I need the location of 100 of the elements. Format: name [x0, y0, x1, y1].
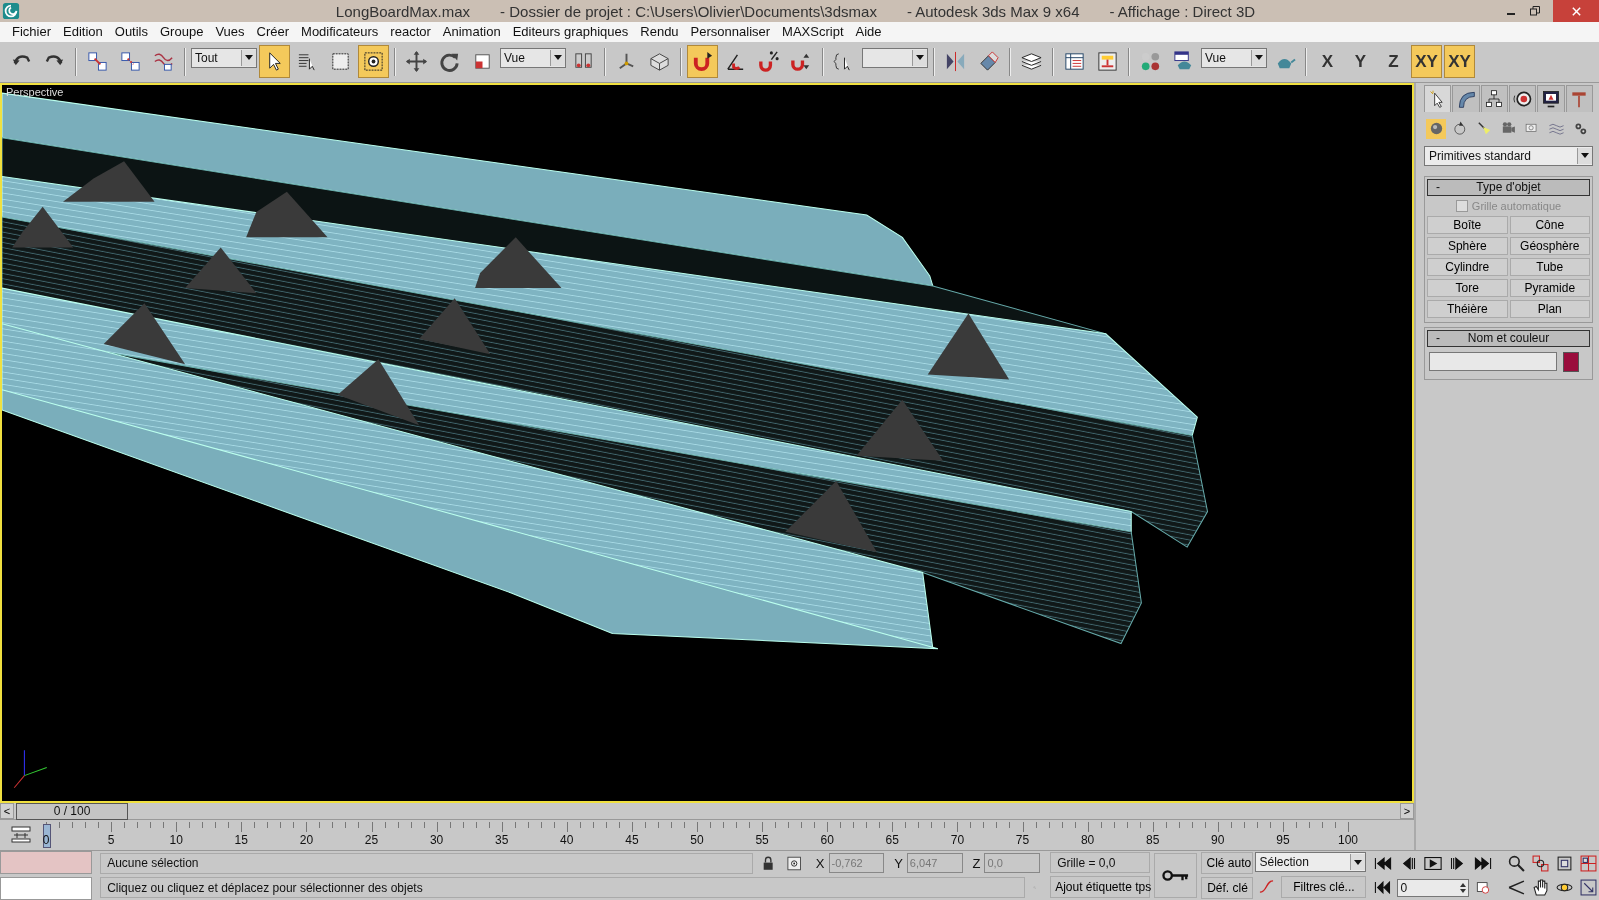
dropdown[interactable]: Vue [1201, 47, 1267, 68]
menu-item[interactable]: Edition [57, 24, 109, 40]
viewport-label[interactable]: Perspective [6, 85, 64, 98]
display-tab[interactable] [1537, 84, 1565, 112]
frame-number: 25 [364, 832, 379, 847]
rollout-header[interactable]: - Nom et couleur [1427, 329, 1590, 347]
hierarchy-tab[interactable] [1480, 84, 1508, 112]
frame-number: 0 [42, 832, 50, 847]
menu-item[interactable]: Fichier [6, 24, 57, 40]
create-tab[interactable] [1424, 84, 1452, 112]
primitive-button[interactable]: Théière [1427, 299, 1508, 318]
previous-frame-button[interactable]: < [0, 803, 14, 820]
maxscript-listener-field[interactable] [0, 851, 93, 875]
menu-item[interactable]: Editeurs graphiques [506, 24, 635, 40]
key-icon [1161, 868, 1190, 882]
menu-item[interactable]: Animation [436, 24, 507, 40]
frame-number: 45 [625, 832, 639, 847]
dropdown[interactable] [862, 47, 928, 68]
coordinate-label: Y [894, 855, 903, 871]
window-crossing-tool-button[interactable] [358, 45, 389, 79]
viewport[interactable]: Perspective [0, 82, 1414, 803]
primitive-button[interactable]: Pyramide [1509, 278, 1590, 297]
current-frame-field[interactable]: 0 [1397, 878, 1470, 897]
frame-number: 95 [1276, 832, 1290, 847]
menu-item[interactable]: MAXScript [776, 24, 850, 40]
utilities-hammer-tab[interactable] [1565, 84, 1593, 112]
close-button[interactable] [1553, 0, 1599, 22]
play-icon[interactable] [1424, 856, 1443, 870]
menu-item[interactable]: Aide [849, 24, 888, 40]
primitive-button[interactable]: Tube [1509, 257, 1590, 276]
app-logo-icon[interactable] [2, 2, 20, 20]
track-bar-toggle-icon[interactable] [10, 826, 32, 845]
track-bar[interactable]: 0 5 10 15 20 25 30 35 40 45 50 55 60 65 70 75 80 85 90 95 100 [32, 821, 1362, 849]
menu-item[interactable]: Groupe [154, 24, 210, 40]
add-time-tag-button[interactable]: Ajout étiquette tps [1050, 876, 1151, 899]
primitive-button[interactable]: Géosphère [1509, 236, 1590, 255]
select-arrow-tool-button[interactable] [259, 45, 290, 79]
tangent-curve-icon[interactable] [1259, 879, 1275, 895]
field-of-view-icon[interactable] [1508, 879, 1525, 897]
primitive-type-dropdown[interactable]: Primitives standard [1424, 145, 1593, 166]
zoom-extents-icon[interactable] [1556, 854, 1573, 872]
object-name-field[interactable] [1429, 352, 1557, 372]
frame-number: 5 [107, 832, 115, 847]
window-crossing-icon [362, 50, 385, 74]
next-frame-button[interactable]: > [1400, 803, 1414, 820]
auto-key-button[interactable]: Clé auto [1201, 852, 1254, 875]
key-filters-button[interactable]: Filtres clé... [1281, 875, 1367, 898]
dropdown[interactable]: Vue [500, 47, 566, 68]
restore-icon[interactable] [1529, 5, 1541, 17]
frame-number: 20 [299, 832, 314, 847]
go-to-start-icon[interactable] [1374, 856, 1393, 870]
object-color-swatch[interactable] [1563, 351, 1579, 372]
rollout-header[interactable]: - Type d'objet [1427, 178, 1590, 196]
dropdown-arrow-icon [916, 55, 924, 61]
set-key-mode-button[interactable]: Déf. clé [1201, 876, 1254, 899]
menu-item[interactable]: Personnaliser [684, 24, 777, 40]
dropdown-arrow-icon [245, 55, 253, 61]
wave-bind-icon [152, 50, 175, 74]
window-title: LongBoardMax.max [335, 2, 471, 20]
maximize-viewport-icon[interactable] [1580, 879, 1597, 897]
zoom-icon[interactable] [1508, 854, 1525, 872]
maxscript-input-field[interactable] [0, 876, 93, 900]
key-mode-dropdown[interactable]: Sélection [1255, 852, 1367, 873]
primitive-button[interactable]: Cylindre [1427, 257, 1508, 276]
motion-tab[interactable] [1509, 84, 1537, 112]
menu-item[interactable]: reactor [384, 24, 437, 40]
zoom-extents-all-icon[interactable] [1580, 854, 1597, 872]
lock-icon[interactable] [761, 855, 776, 871]
mirror-icon [944, 50, 967, 74]
axis-constraint-button[interactable]: Z [1378, 45, 1409, 79]
menu-item[interactable]: Rendu [634, 24, 685, 40]
zoom-all-icon[interactable] [1532, 854, 1549, 872]
snap-magnet-tool-button[interactable] [687, 45, 718, 79]
key-mode-toggle-icon[interactable] [1374, 881, 1393, 895]
dropdown-arrow-icon [1255, 55, 1263, 61]
sphere-category-button[interactable] [1426, 118, 1446, 139]
primitive-button[interactable]: Cône [1509, 215, 1590, 234]
menu-item[interactable]: Créer [250, 24, 296, 40]
menu-item[interactable]: Modificateurs [295, 24, 385, 40]
primitive-button[interactable]: Boîte [1427, 215, 1508, 234]
primitive-button[interactable]: Plan [1509, 299, 1590, 318]
menu-item[interactable]: Outils [108, 24, 154, 40]
axis-constraint-button[interactable]: Y [1345, 45, 1376, 79]
frame-number: 100 [1338, 832, 1358, 847]
absolute-mode-icon[interactable] [787, 855, 802, 871]
pan-hand-icon[interactable] [1532, 879, 1549, 897]
axis-constraint-button[interactable]: XY [1411, 45, 1442, 79]
set-key-button[interactable] [1154, 852, 1198, 898]
go-to-end-icon[interactable] [1474, 856, 1493, 870]
primitive-button[interactable]: Sphère [1427, 236, 1508, 255]
frame-number: 85 [1146, 832, 1160, 847]
window-title: - Autodesk 3ds Max 9 x64 [906, 2, 1080, 20]
menu-item[interactable]: Vues [209, 24, 251, 40]
modify-tab[interactable] [1452, 84, 1480, 112]
frame-number: 10 [169, 832, 183, 847]
primitive-button[interactable]: Tore [1427, 278, 1508, 297]
dropdown[interactable]: Tout [191, 47, 257, 68]
axis-constraint-button[interactable]: X [1312, 45, 1343, 79]
coordinate-label: Z [972, 855, 981, 871]
axis-constraint-button[interactable]: XY [1444, 45, 1475, 79]
